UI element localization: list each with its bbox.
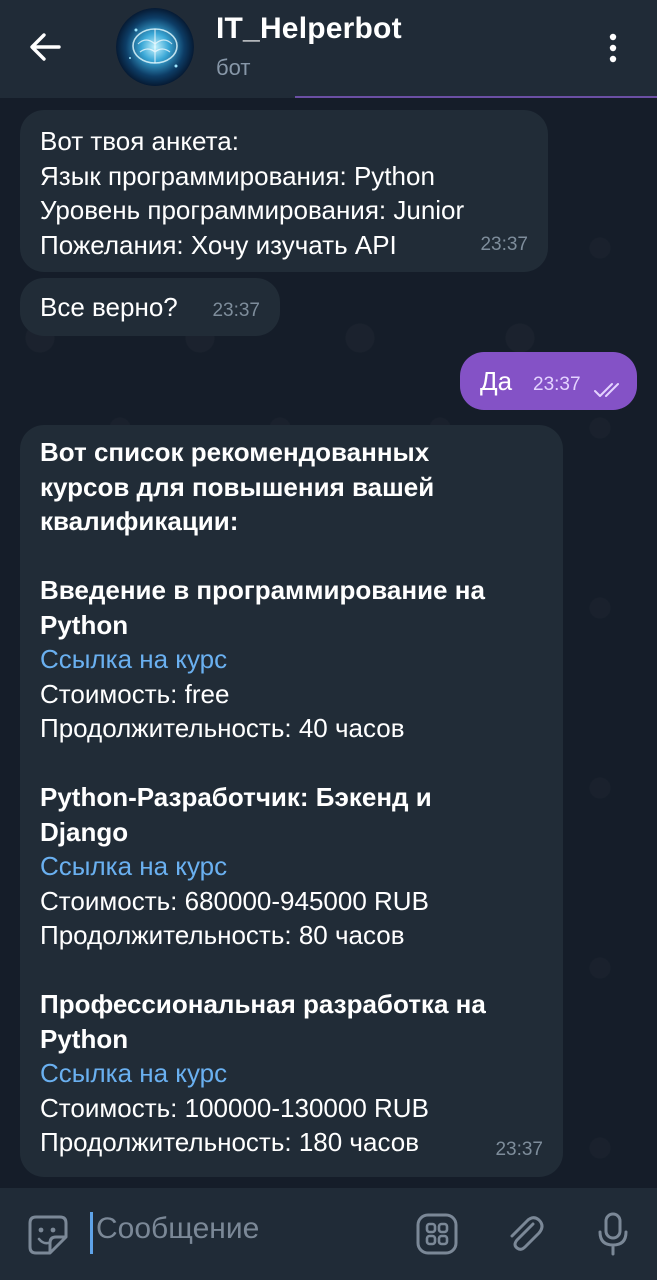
- course-link[interactable]: Ссылка на курс: [40, 851, 227, 881]
- microphone-icon: [598, 1212, 628, 1256]
- more-vertical-icon: [609, 33, 617, 63]
- bot-commands-icon: [416, 1213, 458, 1255]
- course-title: Профессиональная разработка на: [40, 989, 486, 1019]
- course-link[interactable]: Ссылка на курс: [40, 1058, 227, 1088]
- message-time: 23:37: [212, 299, 260, 321]
- message-bubble-incoming[interactable]: Все верно? 23:37: [20, 278, 280, 336]
- header-divider: [295, 96, 657, 98]
- chat-area[interactable]: Вот твоя анкета: Язык программирования: …: [0, 98, 657, 1188]
- message-intro-line: Вот список рекомендованных: [40, 437, 430, 467]
- message-input-bar: Сообщение: [0, 1188, 657, 1280]
- voice-button[interactable]: [590, 1211, 636, 1257]
- bot-commands-button[interactable]: [414, 1211, 460, 1257]
- paperclip-icon: [510, 1216, 544, 1251]
- message-intro-line: курсов для повышения вашей: [40, 471, 435, 502]
- course-price: Стоимость: 100000-130000 RUB: [40, 1092, 429, 1123]
- more-menu-button[interactable]: [596, 26, 630, 70]
- course-title: Django: [40, 816, 129, 847]
- message-line: Язык программирования: Python: [40, 160, 435, 191]
- double-check-icon: [594, 383, 619, 397]
- attach-button[interactable]: [502, 1211, 548, 1257]
- message-line: Уровень программирования: Junior: [40, 195, 465, 225]
- course-link[interactable]: Ссылка на курс: [40, 644, 227, 674]
- message-time: 23:37: [480, 233, 528, 255]
- chat-header: IT_Helperbot бот: [0, 0, 657, 98]
- course-title: Python: [40, 609, 129, 640]
- course-title: Python: [40, 1023, 129, 1054]
- course-price: Стоимость: 680000-945000 RUB: [40, 885, 429, 916]
- message-input[interactable]: Сообщение: [96, 1212, 259, 1246]
- course-duration: Продолжительность: 80 часов: [40, 920, 405, 950]
- message-text: Да: [480, 366, 513, 396]
- bot-avatar[interactable]: [116, 8, 194, 86]
- back-arrow-icon: [30, 33, 61, 61]
- message-intro-line: квалификации:: [40, 506, 239, 536]
- sticker-icon: [28, 1215, 68, 1255]
- message-bubble-outgoing[interactable]: Да 23:37: [460, 352, 637, 410]
- text-caret: [90, 1212, 93, 1254]
- course-duration: Продолжительность: 180 часов: [40, 1127, 420, 1157]
- message-bubble-courses[interactable]: Вот список рекомендованных курсов для по…: [20, 425, 563, 1177]
- message-time: 23:37: [495, 1138, 543, 1160]
- course-duration: Продолжительность: 40 часов: [40, 713, 405, 743]
- sticker-button[interactable]: [26, 1213, 70, 1257]
- message-time: 23:37: [533, 373, 581, 395]
- message-bubble-incoming[interactable]: Вот твоя анкета: Язык программирования: …: [20, 110, 548, 272]
- message-line: Вот твоя анкета:: [40, 126, 239, 156]
- course-title: Python-Разработчик: Бэкенд и: [40, 782, 432, 812]
- course-price: Стоимость: free: [40, 678, 230, 709]
- message-text: Все верно?: [40, 292, 178, 322]
- message-line: Пожелания: Хочу изучать API: [40, 229, 397, 260]
- chat-title[interactable]: IT_Helperbot: [216, 12, 402, 46]
- back-button[interactable]: [20, 24, 70, 70]
- chat-subtitle: бот: [216, 55, 251, 80]
- course-title: Введение в программирование на: [40, 575, 485, 605]
